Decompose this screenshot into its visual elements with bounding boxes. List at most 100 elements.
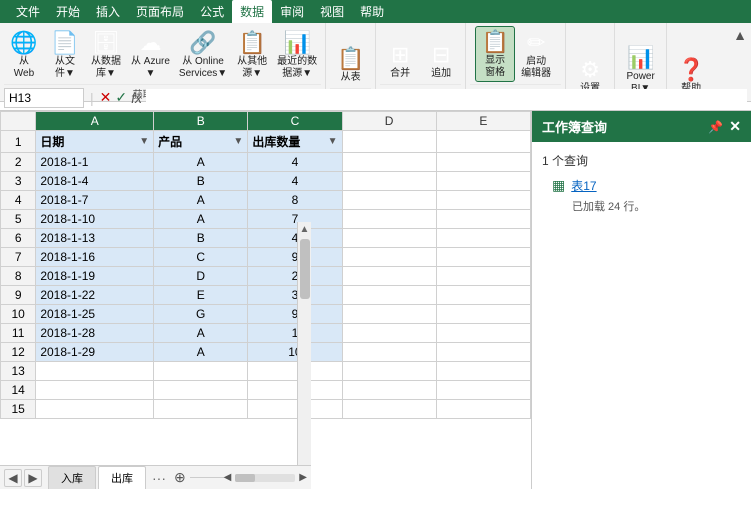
cell-a7[interactable]: 2018-1-16 xyxy=(36,248,154,267)
cell-d9[interactable] xyxy=(342,286,436,305)
scroll-up-btn[interactable]: ▲ xyxy=(298,224,311,235)
cell-c8[interactable]: 2 xyxy=(248,267,342,286)
tab-file[interactable]: 文件 xyxy=(8,0,48,23)
btn-show-pane[interactable]: 📋 显示窗格 xyxy=(475,26,515,82)
sheet-add-btn[interactable]: ⊕ xyxy=(174,469,186,486)
cell-e3[interactable] xyxy=(436,172,530,191)
cell-b8[interactable]: D xyxy=(154,267,248,286)
cell-e5[interactable] xyxy=(436,210,530,229)
cell-a11[interactable]: 2018-1-28 xyxy=(36,324,154,343)
formula-fx-icon[interactable]: fx xyxy=(131,90,142,106)
cell-c13[interactable] xyxy=(248,362,342,381)
cell-a15[interactable] xyxy=(36,400,154,419)
tab-insert[interactable]: 插入 xyxy=(88,0,128,23)
h-scroll-right-btn[interactable]: ▶ xyxy=(299,472,307,483)
cell-e14[interactable] xyxy=(436,381,530,400)
btn-db[interactable]: 🗄 从数据库▼ xyxy=(86,28,126,82)
cell-e4[interactable] xyxy=(436,191,530,210)
cell-e2[interactable] xyxy=(436,153,530,172)
cell-d3[interactable] xyxy=(342,172,436,191)
cell-c11[interactable]: 1 xyxy=(248,324,342,343)
ribbon-collapse-btn[interactable]: ▲ xyxy=(733,27,747,43)
cell-e8[interactable] xyxy=(436,267,530,286)
cell-d7[interactable] xyxy=(342,248,436,267)
cell-b4[interactable]: A xyxy=(154,191,248,210)
cell-e10[interactable] xyxy=(436,305,530,324)
cell-e1[interactable] xyxy=(436,131,530,153)
tab-page-layout[interactable]: 页面布局 xyxy=(128,0,192,23)
cell-a1[interactable]: 日期 ▼ xyxy=(36,131,154,153)
cell-d8[interactable] xyxy=(342,267,436,286)
wq-close-btn[interactable]: ✕ xyxy=(729,118,741,135)
cell-b13[interactable] xyxy=(154,362,248,381)
cell-a8[interactable]: 2018-1-19 xyxy=(36,267,154,286)
cell-b12[interactable]: A xyxy=(154,343,248,362)
cell-e7[interactable] xyxy=(436,248,530,267)
cell-c4[interactable]: 8 xyxy=(248,191,342,210)
formula-cancel-icon[interactable]: ✕ xyxy=(100,89,112,106)
btn-online[interactable]: 🔗 从 OnlineServices▼ xyxy=(175,28,231,82)
cell-d12[interactable] xyxy=(342,343,436,362)
vertical-scrollbar[interactable]: ▲ ▼ xyxy=(297,222,311,489)
btn-recent[interactable]: 📊 最近的数据源▼ xyxy=(273,28,321,82)
cell-a10[interactable]: 2018-1-25 xyxy=(36,305,154,324)
col-header-b[interactable]: B xyxy=(154,112,248,131)
cell-b1[interactable]: 产品 ▼ xyxy=(154,131,248,153)
tab-review[interactable]: 审阅 xyxy=(272,0,312,23)
btn-web[interactable]: 🌐 从Web xyxy=(4,28,44,82)
cell-d2[interactable] xyxy=(342,153,436,172)
cell-b10[interactable]: G xyxy=(154,305,248,324)
cell-d1[interactable] xyxy=(342,131,436,153)
cell-b2[interactable]: A xyxy=(154,153,248,172)
col-header-e[interactable]: E xyxy=(436,112,530,131)
formula-confirm-icon[interactable]: ✓ xyxy=(115,89,127,106)
cell-d10[interactable] xyxy=(342,305,436,324)
btn-other[interactable]: 📋 从其他源▼ xyxy=(232,28,272,82)
cell-e15[interactable] xyxy=(436,400,530,419)
cell-e6[interactable] xyxy=(436,229,530,248)
cell-c3[interactable]: 4 xyxy=(248,172,342,191)
cell-c5[interactable]: 7 xyxy=(248,210,342,229)
tab-data[interactable]: 数据 xyxy=(232,0,272,23)
btn-file[interactable]: 📄 从文件▼ xyxy=(45,28,85,82)
cell-c9[interactable]: 3 xyxy=(248,286,342,305)
cell-e13[interactable] xyxy=(436,362,530,381)
sheet-prev-btn[interactable]: ◀ xyxy=(4,469,22,487)
horizontal-scrollbar[interactable] xyxy=(235,474,295,482)
cell-d5[interactable] xyxy=(342,210,436,229)
cell-c10[interactable]: 9 xyxy=(248,305,342,324)
cell-b9[interactable]: E xyxy=(154,286,248,305)
cell-d11[interactable] xyxy=(342,324,436,343)
spreadsheet-scroll[interactable]: A B C D E 1 日期 ▼ xyxy=(0,111,531,489)
cell-b14[interactable] xyxy=(154,381,248,400)
cell-c2[interactable]: 4 xyxy=(248,153,342,172)
cell-d14[interactable] xyxy=(342,381,436,400)
cell-a4[interactable]: 2018-1-7 xyxy=(36,191,154,210)
cell-a3[interactable]: 2018-1-4 xyxy=(36,172,154,191)
cell-a6[interactable]: 2018-1-13 xyxy=(36,229,154,248)
tab-view[interactable]: 视图 xyxy=(312,0,352,23)
tab-formula[interactable]: 公式 xyxy=(192,0,232,23)
btn-start-editor[interactable]: ✏ 启动编辑器 xyxy=(516,28,556,82)
formula-input[interactable] xyxy=(146,89,747,107)
cell-a13[interactable] xyxy=(36,362,154,381)
cell-d4[interactable] xyxy=(342,191,436,210)
cell-d15[interactable] xyxy=(342,400,436,419)
btn-append[interactable]: ⊟ 追加 xyxy=(421,40,461,82)
cell-c1[interactable]: 出库数量 ▼ xyxy=(248,131,342,153)
sheet-next-btn[interactable]: ▶ xyxy=(24,469,42,487)
col-header-c[interactable]: C xyxy=(248,112,342,131)
col-header-a[interactable]: A xyxy=(36,112,154,131)
scroll-thumb[interactable] xyxy=(300,239,310,299)
btn-merge[interactable]: ⊞ 合并 xyxy=(380,40,420,82)
sheet-more-btn[interactable]: ··· xyxy=(148,470,170,486)
h-scroll-left-btn[interactable]: ◀ xyxy=(224,472,232,483)
wq-table-name[interactable]: 表17 xyxy=(571,177,596,194)
cell-e11[interactable] xyxy=(436,324,530,343)
cell-b3[interactable]: B xyxy=(154,172,248,191)
cell-e9[interactable] xyxy=(436,286,530,305)
btn-from-table[interactable]: 📋 从表 xyxy=(331,44,371,86)
cell-b6[interactable]: B xyxy=(154,229,248,248)
cell-a2[interactable]: 2018-1-1 xyxy=(36,153,154,172)
col-header-d[interactable]: D xyxy=(342,112,436,131)
